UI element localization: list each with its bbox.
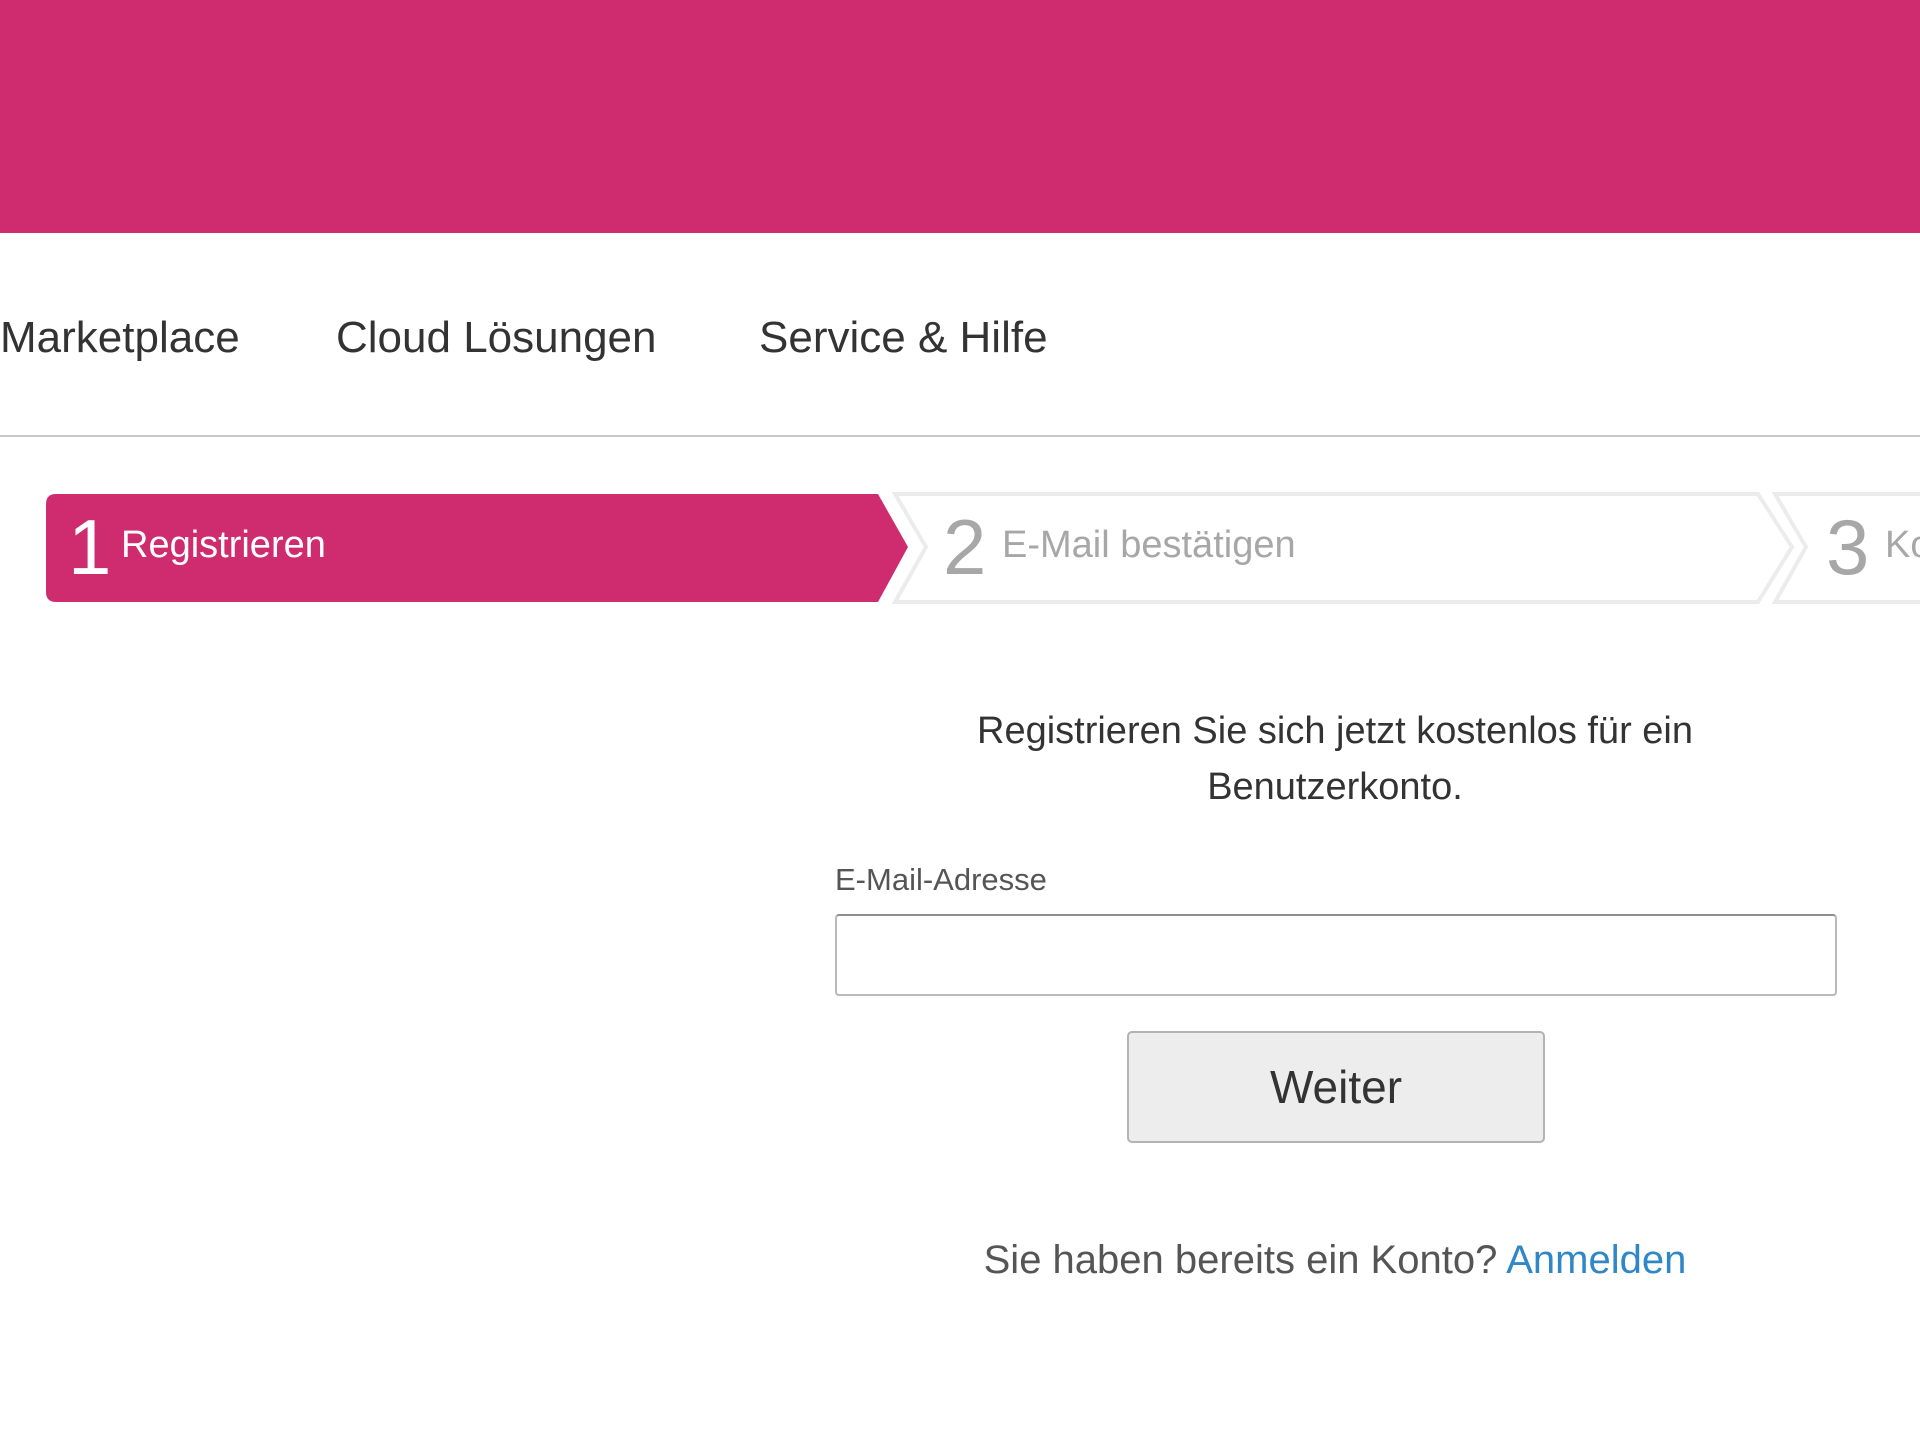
email-field[interactable]	[835, 914, 1837, 996]
step-3-number: 3	[1826, 503, 1870, 591]
nav-item-cloud-loesungen[interactable]: Cloud Lösungen	[336, 313, 656, 363]
login-prompt-text: Sie haben bereits ein Konto?	[983, 1238, 1498, 1282]
nav-item-service-hilfe[interactable]: Service & Hilfe	[759, 313, 1048, 363]
step-2-label: E-Mail bestätigen	[1002, 524, 1296, 566]
registration-stepper: 1 Registrieren 2 E-Mail bestätigen 3 Ko	[0, 490, 1920, 606]
main-navigation: Marketplace Cloud Lösungen Service & Hil…	[0, 233, 1920, 437]
step-3-label: Ko	[1885, 524, 1920, 566]
brand-header-bar	[0, 0, 1920, 233]
login-prompt-line: Sie haben bereits ein Konto? Anmelden	[860, 1238, 1810, 1283]
weiter-button[interactable]: Weiter	[1127, 1031, 1545, 1143]
email-label: E-Mail-Adresse	[835, 862, 1047, 897]
registration-intro-text: Registrieren Sie sich jetzt kostenlos fü…	[977, 710, 1693, 808]
step-2-number: 2	[943, 503, 987, 591]
anmelden-link[interactable]: Anmelden	[1506, 1238, 1686, 1282]
step-1-number: 1	[68, 503, 112, 591]
step-1-label: Registrieren	[121, 524, 326, 566]
nav-item-marketplace[interactable]: Marketplace	[0, 313, 240, 363]
